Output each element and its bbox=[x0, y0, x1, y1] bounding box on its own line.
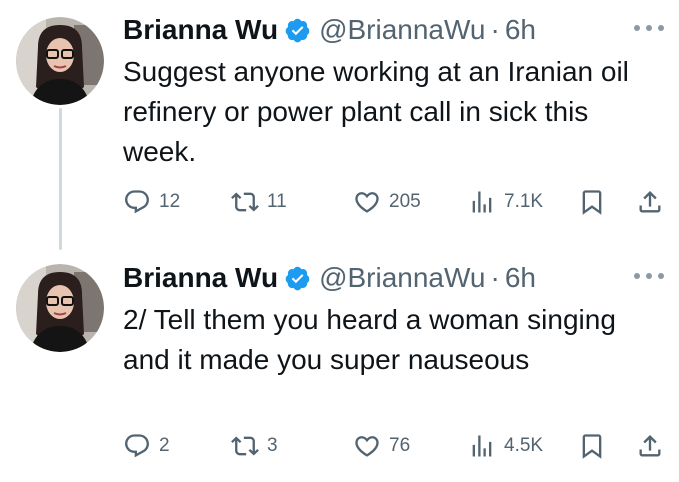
avatar[interactable] bbox=[16, 264, 104, 352]
tweet-time[interactable]: 6h bbox=[505, 14, 536, 46]
retweet-button[interactable]: 11 bbox=[231, 182, 287, 222]
share-button[interactable] bbox=[636, 182, 664, 222]
share-button[interactable] bbox=[636, 426, 664, 466]
more-icon[interactable] bbox=[634, 22, 664, 34]
tweet-time[interactable]: 6h bbox=[505, 262, 536, 294]
view-count: 4.5K bbox=[504, 435, 544, 456]
verified-badge-icon bbox=[285, 18, 310, 42]
like-count: 76 bbox=[389, 435, 411, 456]
tweet-text: 2/ Tell them you heard a woman singing a… bbox=[123, 304, 616, 375]
tweet-text: Suggest anyone working at an Iranian oil… bbox=[123, 56, 629, 167]
author-name[interactable]: Brianna Wu bbox=[123, 262, 278, 294]
tweet-header: Brianna Wu @BriannaWu · 6h bbox=[123, 10, 536, 50]
like-icon bbox=[355, 436, 379, 457]
retweet-count: 11 bbox=[267, 191, 287, 212]
tweet-actions: 2 3 76 4.5K bbox=[123, 426, 668, 466]
separator-dot: · bbox=[490, 14, 500, 45]
views-button[interactable]: 4.5K bbox=[468, 426, 543, 466]
like-icon bbox=[355, 192, 379, 213]
reply-icon bbox=[125, 190, 149, 214]
retweet-icon bbox=[231, 436, 259, 456]
author-handle[interactable]: @BriannaWu bbox=[319, 262, 485, 294]
avatar[interactable] bbox=[16, 17, 104, 105]
reply-count: 2 bbox=[159, 435, 170, 456]
author-name[interactable]: Brianna Wu bbox=[123, 14, 278, 46]
author-handle[interactable]: @BriannaWu bbox=[319, 14, 485, 46]
retweet-icon bbox=[231, 192, 259, 212]
like-button[interactable]: 76 bbox=[353, 426, 410, 466]
tweet[interactable]: Brianna Wu @BriannaWu · 6h Suggest anyon… bbox=[0, 0, 679, 250]
thread-line bbox=[59, 108, 62, 250]
separator-dot: · bbox=[490, 262, 500, 293]
more-icon[interactable] bbox=[634, 270, 664, 282]
reply-button[interactable]: 12 bbox=[123, 182, 180, 222]
views-icon bbox=[472, 191, 492, 213]
like-button[interactable]: 205 bbox=[353, 182, 421, 222]
tweet[interactable]: Brianna Wu @BriannaWu · 6h 2/ Tell them … bbox=[0, 248, 679, 482]
views-icon bbox=[472, 435, 492, 457]
views-button[interactable]: 7.1K bbox=[468, 182, 543, 222]
reply-count: 12 bbox=[159, 191, 181, 212]
bookmark-icon bbox=[582, 190, 602, 215]
like-count: 205 bbox=[389, 191, 421, 212]
bookmark-button[interactable] bbox=[578, 182, 606, 222]
share-icon bbox=[639, 191, 661, 213]
reply-button[interactable]: 2 bbox=[123, 426, 170, 466]
verified-badge-icon bbox=[285, 266, 310, 290]
tweet-header: Brianna Wu @BriannaWu · 6h bbox=[123, 258, 536, 298]
retweet-button[interactable]: 3 bbox=[231, 426, 278, 466]
tweet-actions: 12 11 205 7.1K bbox=[123, 182, 668, 222]
view-count: 7.1K bbox=[504, 191, 544, 212]
bookmark-button[interactable] bbox=[578, 426, 606, 466]
share-icon bbox=[639, 435, 661, 457]
retweet-count: 3 bbox=[267, 435, 278, 456]
reply-icon bbox=[125, 434, 149, 458]
bookmark-icon bbox=[582, 434, 602, 459]
